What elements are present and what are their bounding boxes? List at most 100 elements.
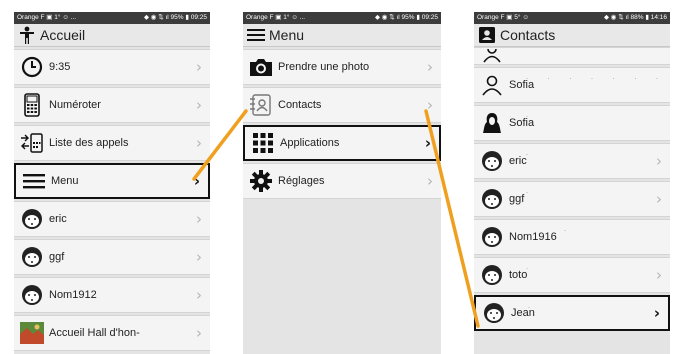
list-item-contact[interactable]: Nom1912 › xyxy=(14,277,210,313)
list-item-settings[interactable]: Réglages › xyxy=(243,163,441,199)
list-item-label: ggf xyxy=(49,251,65,263)
status-right: ◆ ◉ ⇅ ıl 95% ▮ 09:25 xyxy=(374,14,438,21)
clock-icon xyxy=(20,55,44,79)
list-item-contact[interactable]: ggf · › xyxy=(474,181,670,217)
list-item-label: Liste des appels xyxy=(49,137,129,149)
photo-thumbnail-icon xyxy=(20,321,44,345)
list-item-label: Prendre une photo xyxy=(278,61,370,73)
contact-face-icon xyxy=(480,149,504,173)
list-item-contact[interactable]: Sofia · xyxy=(474,105,670,141)
gear-icon xyxy=(249,169,273,193)
decorative-dots: · xyxy=(526,266,537,272)
list-item-call-log[interactable]: Liste des appels › xyxy=(14,125,210,161)
list-item-label: Nom1916 xyxy=(509,231,557,243)
list-item-photo-contact[interactable]: Accueil Hall d'hon- › xyxy=(14,315,210,351)
hamburger-icon xyxy=(22,169,46,193)
status-right: ◆ ◉ ⇅ ıl 88% ▮ 14:16 xyxy=(603,14,667,21)
page-title: Accueil xyxy=(40,27,86,43)
chevron-right-icon: › xyxy=(196,210,202,228)
chevron-right-icon: › xyxy=(656,266,662,284)
status-left: Orange F ▣ 1° ☺ ... xyxy=(17,14,77,21)
person-icon xyxy=(18,26,36,44)
contacts-book-icon xyxy=(249,93,273,117)
list-item-contact[interactable]: ggf › xyxy=(14,239,210,275)
person-silhouette-icon xyxy=(480,111,504,135)
list-item-applications[interactable]: Applications › xyxy=(243,125,441,161)
list-item-take-photo[interactable]: Prendre une photo › xyxy=(243,49,441,85)
list-item-label: Contacts xyxy=(278,99,322,111)
chevron-right-icon: › xyxy=(656,152,662,170)
list-item-contact[interactable]: eric · › xyxy=(474,143,670,179)
list-item-label: 9:35 xyxy=(49,61,71,73)
chevron-right-icon: › xyxy=(196,286,202,304)
decorative-dots: · xyxy=(528,305,539,311)
list-item-label: ggf xyxy=(509,193,525,205)
chevron-right-icon: › xyxy=(196,58,202,76)
status-bar: Orange F ▣ 5° ☺ ◆ ◉ ⇅ ıl 88% ▮ 14:16 xyxy=(474,12,670,24)
chevron-right-icon: › xyxy=(196,96,202,114)
chevron-right-icon: › xyxy=(427,58,433,76)
decorative-dots: · xyxy=(526,114,537,120)
chevron-right-icon: › xyxy=(196,134,202,152)
list-item-label: Réglages xyxy=(278,175,325,187)
chevron-right-icon: › xyxy=(653,304,660,322)
list-item-partial[interactable] xyxy=(474,47,670,65)
decorative-dots: · · · · · · · · xyxy=(526,76,670,82)
phone-keypad-icon xyxy=(20,93,44,117)
list-item-dial[interactable]: Numéroter › xyxy=(14,87,210,123)
chevron-right-icon: › xyxy=(656,190,662,208)
person-outline-icon xyxy=(480,73,504,97)
decorative-dots: · xyxy=(526,190,537,196)
call-log-icon xyxy=(20,131,44,155)
list-item-label: eric xyxy=(49,213,67,225)
status-bar: Orange F ▣ 1° ☺ ... ◆ ◉ ⇅ ıl 95% ▮ 09:25 xyxy=(243,12,441,24)
contact-face-icon xyxy=(20,207,44,231)
list-item-label: Applications xyxy=(280,137,340,149)
list-item-label: Menu xyxy=(51,175,79,187)
title-bar: Menu xyxy=(243,24,441,47)
contact-face-icon xyxy=(480,187,504,211)
apps-grid-icon xyxy=(251,131,275,155)
list-item-clock[interactable]: 9:35 › xyxy=(14,49,210,85)
contact-face-icon xyxy=(482,301,506,325)
decorative-dots: · xyxy=(564,228,575,234)
list-item-contacts[interactable]: Contacts › xyxy=(243,87,441,123)
camera-icon xyxy=(249,55,273,79)
list-item-contact[interactable]: Nom1916 · xyxy=(474,219,670,255)
title-bar: Contacts xyxy=(474,24,670,47)
contact-face-icon xyxy=(20,283,44,307)
page-title: Menu xyxy=(269,27,305,43)
list-item-label: Nom1912 xyxy=(49,289,97,301)
person-outline-icon xyxy=(480,49,504,63)
decorative-dots: · xyxy=(526,152,537,158)
list-item-label: eric xyxy=(509,155,527,167)
list-item-contact-selected[interactable]: Jean · › xyxy=(474,295,670,331)
status-bar: Orange F ▣ 1° ☺ ... ◆ ◉ ⇅ ıl 95% ▮ 09:25 xyxy=(14,12,210,24)
contact-face-icon xyxy=(480,225,504,249)
list-item-contact[interactable]: Sofia · · · · · · · · xyxy=(474,67,670,103)
chevron-right-icon: › xyxy=(424,134,431,152)
list-item-contact[interactable]: eric › xyxy=(14,201,210,237)
list-item-contact[interactable]: toto · › xyxy=(474,257,670,293)
status-right: ◆ ◉ ⇅ ıl 95% ▮ 09:25 xyxy=(143,14,207,21)
chevron-right-icon: › xyxy=(196,324,202,342)
contact-face-icon xyxy=(480,263,504,287)
status-left: Orange F ▣ 5° ☺ xyxy=(477,14,529,21)
list-item-label: Numéroter xyxy=(49,99,101,111)
contact-face-icon xyxy=(20,245,44,269)
phone-screen-accueil: Orange F ▣ 1° ☺ ... ◆ ◉ ⇅ ıl 95% ▮ 09:25… xyxy=(14,12,210,354)
chevron-right-icon: › xyxy=(196,248,202,266)
list-item-label: Accueil Hall d'hon- xyxy=(49,327,140,339)
chevron-right-icon: › xyxy=(193,172,200,190)
phone-screen-contacts: Orange F ▣ 5° ☺ ◆ ◉ ⇅ ıl 88% ▮ 14:16 Con… xyxy=(474,12,670,354)
title-bar: Accueil xyxy=(14,24,210,47)
chevron-right-icon: › xyxy=(427,96,433,114)
page-title: Contacts xyxy=(500,27,556,43)
status-left: Orange F ▣ 1° ☺ ... xyxy=(246,14,306,21)
contact-card-icon xyxy=(478,26,496,44)
hamburger-icon xyxy=(247,26,265,44)
phone-screen-menu: Orange F ▣ 1° ☺ ... ◆ ◉ ⇅ ıl 95% ▮ 09:25… xyxy=(243,12,441,354)
list-item-menu[interactable]: Menu › xyxy=(14,163,210,199)
chevron-right-icon: › xyxy=(427,172,433,190)
list-item-label: toto xyxy=(509,269,528,281)
